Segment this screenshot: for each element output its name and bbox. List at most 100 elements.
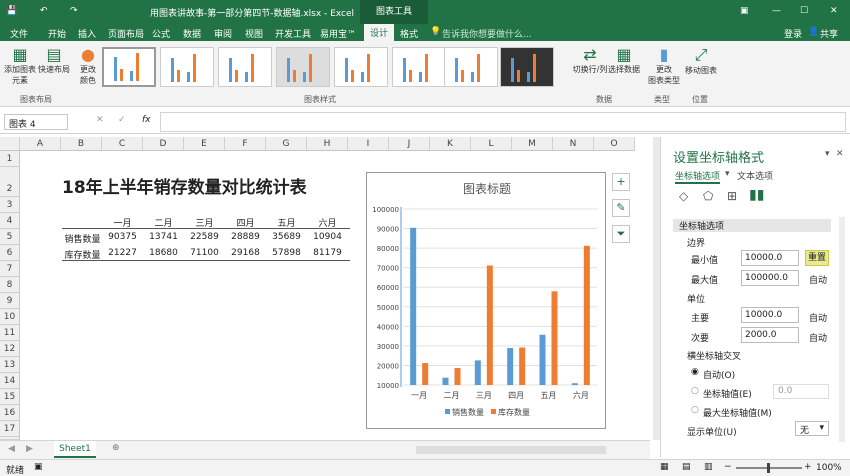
page-break-view-icon[interactable]: ▥ bbox=[704, 462, 713, 472]
change-chart-type-button[interactable]: ▮ 更改 图表类型 bbox=[648, 45, 680, 86]
minor-unit-input[interactable]: 2000.0 bbox=[741, 327, 799, 343]
axis-options-dropdown-icon[interactable]: ▾ bbox=[725, 169, 730, 179]
row-header[interactable]: 6 bbox=[0, 245, 20, 261]
row-header[interactable]: 3 bbox=[0, 197, 20, 213]
sheet-tab-sheet1[interactable]: Sheet1 bbox=[54, 441, 96, 458]
move-chart-button[interactable]: ⤢ 移动图表 bbox=[684, 45, 718, 76]
column-header[interactable]: A bbox=[20, 137, 61, 151]
chart-style-2[interactable] bbox=[160, 47, 214, 87]
tab-design[interactable]: 设计 bbox=[364, 24, 395, 41]
tab-data[interactable]: 数据 bbox=[183, 27, 201, 40]
column-header[interactable]: K bbox=[430, 137, 471, 151]
tab-developer[interactable]: 开发工具 bbox=[275, 27, 311, 40]
tab-easy[interactable]: 易用宝™ bbox=[320, 27, 356, 40]
horizontal-scrollbar[interactable] bbox=[416, 446, 606, 454]
row-header[interactable]: 5 bbox=[0, 229, 20, 245]
fill-line-icon[interactable]: ◇ bbox=[679, 189, 688, 203]
stock-cell[interactable]: 71100 bbox=[184, 248, 225, 258]
radio-auto-icon[interactable]: ◉ bbox=[691, 367, 699, 377]
select-all-corner[interactable] bbox=[0, 137, 20, 151]
tab-formulas[interactable]: 公式 bbox=[152, 27, 170, 40]
row-header[interactable]: 7 bbox=[0, 261, 20, 277]
save-icon[interactable]: 💾 bbox=[6, 6, 17, 16]
row-header[interactable]: 4 bbox=[0, 213, 20, 229]
section-axis-options[interactable]: 坐标轴选项 bbox=[673, 219, 831, 232]
tab-home[interactable]: 开始 bbox=[48, 27, 66, 40]
macro-record-icon[interactable]: ▣ bbox=[34, 462, 43, 472]
tab-insert[interactable]: 插入 bbox=[78, 27, 96, 40]
sales-cell[interactable]: 35689 bbox=[266, 232, 307, 242]
major-unit-input[interactable]: 10000.0 bbox=[741, 307, 799, 323]
row-header[interactable]: 14 bbox=[0, 373, 20, 389]
row-header[interactable]: 1 bbox=[0, 151, 20, 167]
chart-style-6[interactable] bbox=[392, 47, 446, 87]
max-bound-input[interactable]: 100000.0 bbox=[741, 270, 799, 286]
next-sheet-icon[interactable]: ▶ bbox=[26, 444, 33, 454]
function-icon[interactable]: fx bbox=[142, 115, 151, 125]
select-data-button[interactable]: ▦ 选择数据 bbox=[608, 45, 640, 75]
min-reset-button[interactable]: 重置 bbox=[805, 250, 829, 266]
sales-cell[interactable]: 13741 bbox=[143, 232, 184, 242]
stock-cell[interactable]: 18680 bbox=[143, 248, 184, 258]
tab-page-layout[interactable]: 页面布局 bbox=[108, 27, 144, 40]
column-header[interactable]: L bbox=[471, 137, 512, 151]
row-header[interactable]: 8 bbox=[0, 277, 20, 293]
tab-view[interactable]: 视图 bbox=[245, 27, 263, 40]
add-chart-element-button[interactable]: ▦ 添加图表 元素 bbox=[4, 45, 36, 86]
ribbon-display-icon[interactable]: ▣ bbox=[740, 6, 749, 16]
radio-max-icon[interactable]: ○ bbox=[691, 405, 699, 415]
quick-layout-button[interactable]: ▤ 快速布局 bbox=[38, 45, 70, 75]
maximize-icon[interactable]: ☐ bbox=[800, 6, 808, 16]
tab-axis-options[interactable]: 坐标轴选项 bbox=[675, 169, 721, 184]
tab-review[interactable]: 审阅 bbox=[214, 27, 232, 40]
column-header[interactable]: J bbox=[389, 137, 430, 151]
column-header[interactable]: D bbox=[143, 137, 184, 151]
stock-cell[interactable]: 21227 bbox=[102, 248, 143, 258]
tell-me-input[interactable]: 告诉我你想要做什么... bbox=[442, 27, 532, 40]
formula-input[interactable] bbox=[160, 112, 846, 132]
chart-style-1[interactable] bbox=[102, 47, 156, 87]
column-header[interactable]: E bbox=[184, 137, 225, 151]
radio-value-icon[interactable]: ○ bbox=[691, 386, 699, 396]
column-header[interactable]: N bbox=[553, 137, 594, 151]
min-bound-input[interactable]: 10000.0 bbox=[741, 250, 799, 266]
chart-style-5[interactable] bbox=[334, 47, 388, 87]
column-header[interactable]: G bbox=[266, 137, 307, 151]
chart-style-3[interactable] bbox=[218, 47, 272, 87]
column-header[interactable]: I bbox=[348, 137, 389, 151]
change-colors-button[interactable]: ● 更改 颜色 bbox=[76, 45, 100, 86]
cross-value-input[interactable]: 0.0 bbox=[773, 384, 829, 399]
size-properties-icon[interactable]: ⊞ bbox=[727, 189, 737, 203]
worksheet-grid[interactable]: A B C D E F G H I J K L M N O 1 2 3 4 5 … bbox=[0, 137, 640, 440]
add-sheet-icon[interactable]: ⊕ bbox=[112, 443, 120, 453]
chart-style-7[interactable] bbox=[444, 47, 498, 87]
chart-style-4[interactable] bbox=[276, 47, 330, 87]
page-layout-view-icon[interactable]: ▤ bbox=[682, 462, 691, 472]
login-link[interactable]: 登录 bbox=[784, 27, 802, 40]
column-chart[interactable]: 图表标题 10000 20000 30000 40000 50000 60000 70000 8… bbox=[367, 173, 607, 430]
column-header[interactable]: F bbox=[225, 137, 266, 151]
row-header[interactable]: 16 bbox=[0, 405, 20, 421]
chart-styles-brush-icon[interactable]: ✎ bbox=[612, 199, 630, 217]
row-label-sales[interactable]: 销售数量 bbox=[62, 232, 103, 245]
chart-filter-icon[interactable]: ⏷ bbox=[612, 225, 630, 243]
row-header[interactable]: 9 bbox=[0, 293, 20, 309]
stock-cell[interactable]: 57898 bbox=[266, 248, 307, 258]
tab-format[interactable]: 格式 bbox=[400, 27, 418, 40]
zoom-in-icon[interactable]: + bbox=[804, 462, 812, 472]
tab-text-options[interactable]: 文本选项 bbox=[737, 169, 773, 182]
sales-cell[interactable]: 10904 bbox=[307, 232, 348, 242]
axis-options-bar-icon[interactable]: ▮▮ bbox=[749, 187, 764, 203]
major-auto-button[interactable]: 自动 bbox=[809, 311, 827, 324]
display-unit-select[interactable]: 无 ▾ bbox=[795, 421, 829, 436]
minor-auto-button[interactable]: 自动 bbox=[809, 331, 827, 344]
sheet-title[interactable]: 18年上半年销存数量对比统计表 bbox=[62, 173, 307, 198]
redo-icon[interactable]: ↷ bbox=[70, 6, 78, 16]
chart-elements-button[interactable]: + bbox=[612, 173, 630, 191]
switch-row-column-button[interactable]: ⇄ 切换行/列 bbox=[570, 45, 610, 75]
radio-max-label[interactable]: 最大坐标轴值(M) bbox=[703, 406, 772, 419]
cancel-icon[interactable]: ✕ bbox=[96, 115, 104, 125]
column-header[interactable]: M bbox=[512, 137, 553, 151]
effects-icon[interactable]: ⬠ bbox=[703, 189, 713, 203]
sales-cell[interactable]: 90375 bbox=[102, 232, 143, 242]
